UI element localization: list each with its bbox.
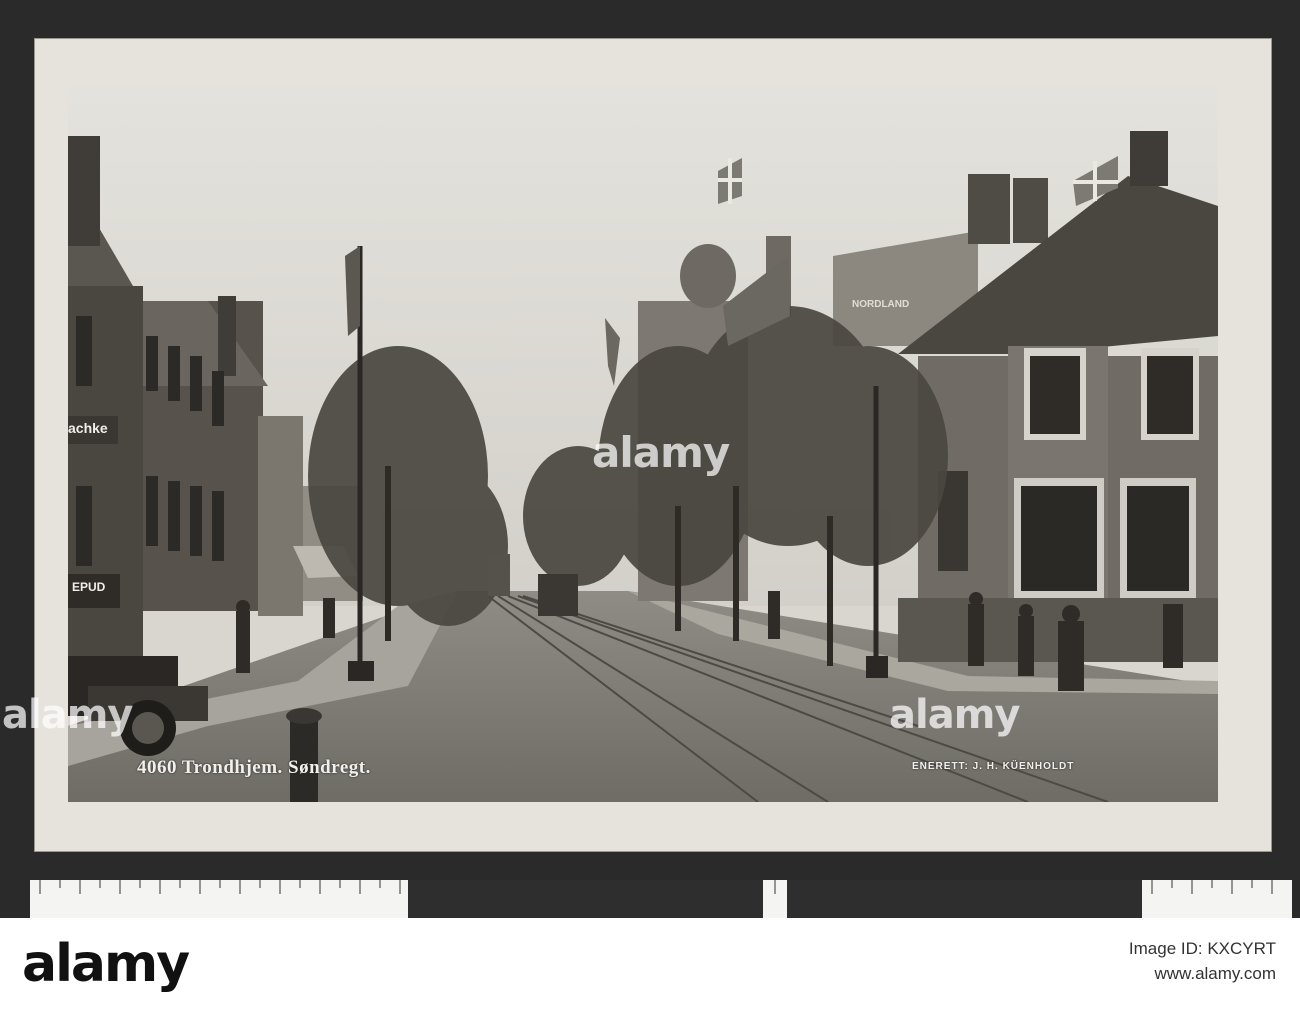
ruler-dark-segment [408, 880, 763, 918]
scale-ruler [30, 880, 1292, 918]
stock-footer [0, 918, 1300, 1010]
copyright-caption: ENERETT: J. H. KÜENHOLDT [912, 761, 1075, 772]
shop-sign-epud: EPUD [72, 580, 106, 594]
image-id: Image ID: KXCYRT [1128, 939, 1276, 958]
alamy-logo: alamy [22, 934, 190, 994]
image-info: Image ID: KXCYRT www.alamy.com [1129, 936, 1276, 986]
watermark-main: alamy [592, 428, 730, 477]
site-url: www.alamy.com [1154, 964, 1276, 983]
ruler-ticks [39, 880, 401, 894]
watermark-right: alamy [889, 692, 1020, 738]
watermark-left: alamy [2, 692, 133, 738]
shop-sign-achke: achke [68, 420, 108, 436]
postcard-caption: 4060 Trondhjem. Søndregt. [137, 757, 371, 778]
ruler-dark-segment-2 [787, 880, 1142, 918]
shop-sign-nordland: NORDLAND [852, 299, 910, 310]
